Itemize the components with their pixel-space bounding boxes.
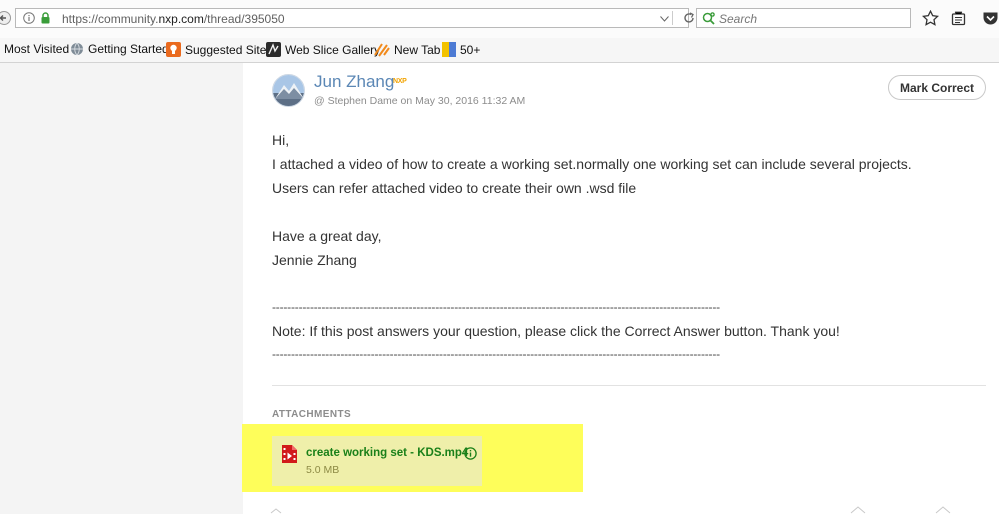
attachment-name-link[interactable]: create working set - KDS.mp4	[306, 447, 468, 459]
post-dash-separator: ----------------------------------------…	[272, 300, 720, 314]
lightbulb-icon	[166, 42, 181, 57]
back-arrow-icon[interactable]	[0, 11, 11, 25]
bookmark-label: Getting Started	[88, 42, 169, 56]
search-icon	[702, 12, 715, 25]
bookmark-label: 50+	[460, 42, 481, 57]
post-note: Note: If this post answers your question…	[272, 323, 840, 339]
post-signature: Jennie Zhang	[272, 252, 357, 268]
attachment-size: 5.0 MB	[306, 464, 340, 476]
newtab-icon	[374, 43, 390, 57]
slice-icon	[266, 42, 281, 57]
post-signoff: Have a great day,	[272, 228, 382, 244]
bookmark-web-slice-gallery[interactable]: Web Slice Gallery	[266, 42, 380, 57]
bookmark-most-visited[interactable]: Most Visited	[4, 42, 69, 56]
mark-correct-button[interactable]: Mark Correct	[888, 75, 986, 100]
attachments-label: ATTACHMENTS	[272, 409, 352, 420]
attachment-item[interactable]	[272, 436, 482, 486]
bookmark-label: Most Visited	[4, 42, 70, 56]
search-input[interactable]: Search	[719, 12, 757, 26]
reply-icon[interactable]	[935, 506, 951, 514]
like-icon[interactable]	[270, 508, 282, 514]
divider	[272, 385, 986, 386]
author-name-link[interactable]: Jun Zhang	[314, 72, 394, 92]
bookmark-label: New Tab	[394, 42, 441, 57]
url-bar[interactable]: https://community.nxp.com/thread/395050	[15, 8, 694, 28]
like-thumb-icon[interactable]	[850, 506, 866, 514]
pocket-icon[interactable]	[982, 11, 999, 26]
avatar[interactable]	[272, 74, 305, 107]
video-file-icon	[282, 445, 297, 463]
post-greeting: Hi,	[272, 132, 290, 148]
url-divider	[672, 11, 673, 25]
app-icon	[442, 42, 456, 57]
bookmark-suggested-sites[interactable]: Suggested Sites	[166, 42, 272, 57]
post-line: I attached a video of how to create a wo…	[272, 156, 912, 172]
bookmark-50-plus[interactable]: 50+	[442, 42, 480, 57]
url-text[interactable]: https://community.nxp.com/thread/395050	[62, 12, 285, 26]
bookmark-getting-started[interactable]: Getting Started	[70, 42, 169, 56]
dropdown-icon[interactable]	[660, 16, 669, 22]
lock-icon[interactable]	[40, 12, 51, 24]
search-bar[interactable]: Search	[696, 8, 911, 28]
bookmark-label: Suggested Sites	[185, 42, 273, 57]
bookmark-new-tab[interactable]: New Tab	[374, 42, 440, 57]
nxp-badge: NXP	[393, 78, 407, 85]
attachment-info-icon[interactable]	[464, 447, 477, 460]
post-dash-separator: ----------------------------------------…	[272, 347, 720, 361]
post-line: Users can refer attached video to create…	[272, 180, 637, 196]
url-domain: nxp.com	[158, 12, 204, 26]
url-path: /thread/395050	[203, 12, 285, 26]
reading-list-icon[interactable]	[951, 11, 966, 26]
post-meta: @ Stephen Dame on May 30, 2016 11:32 AM	[314, 95, 526, 107]
url-domain-prefix: https://community.	[62, 12, 159, 26]
bookmark-label: Web Slice Gallery	[285, 42, 381, 57]
bookmark-star-icon[interactable]	[922, 10, 939, 26]
reload-icon[interactable]	[683, 12, 695, 24]
bookmarks-toolbar: Most Visited Getting Started Suggested S…	[0, 38, 999, 63]
info-icon[interactable]	[23, 12, 35, 24]
browser-toolbar: https://community.nxp.com/thread/395050 …	[0, 0, 999, 38]
globe-icon	[71, 42, 83, 56]
